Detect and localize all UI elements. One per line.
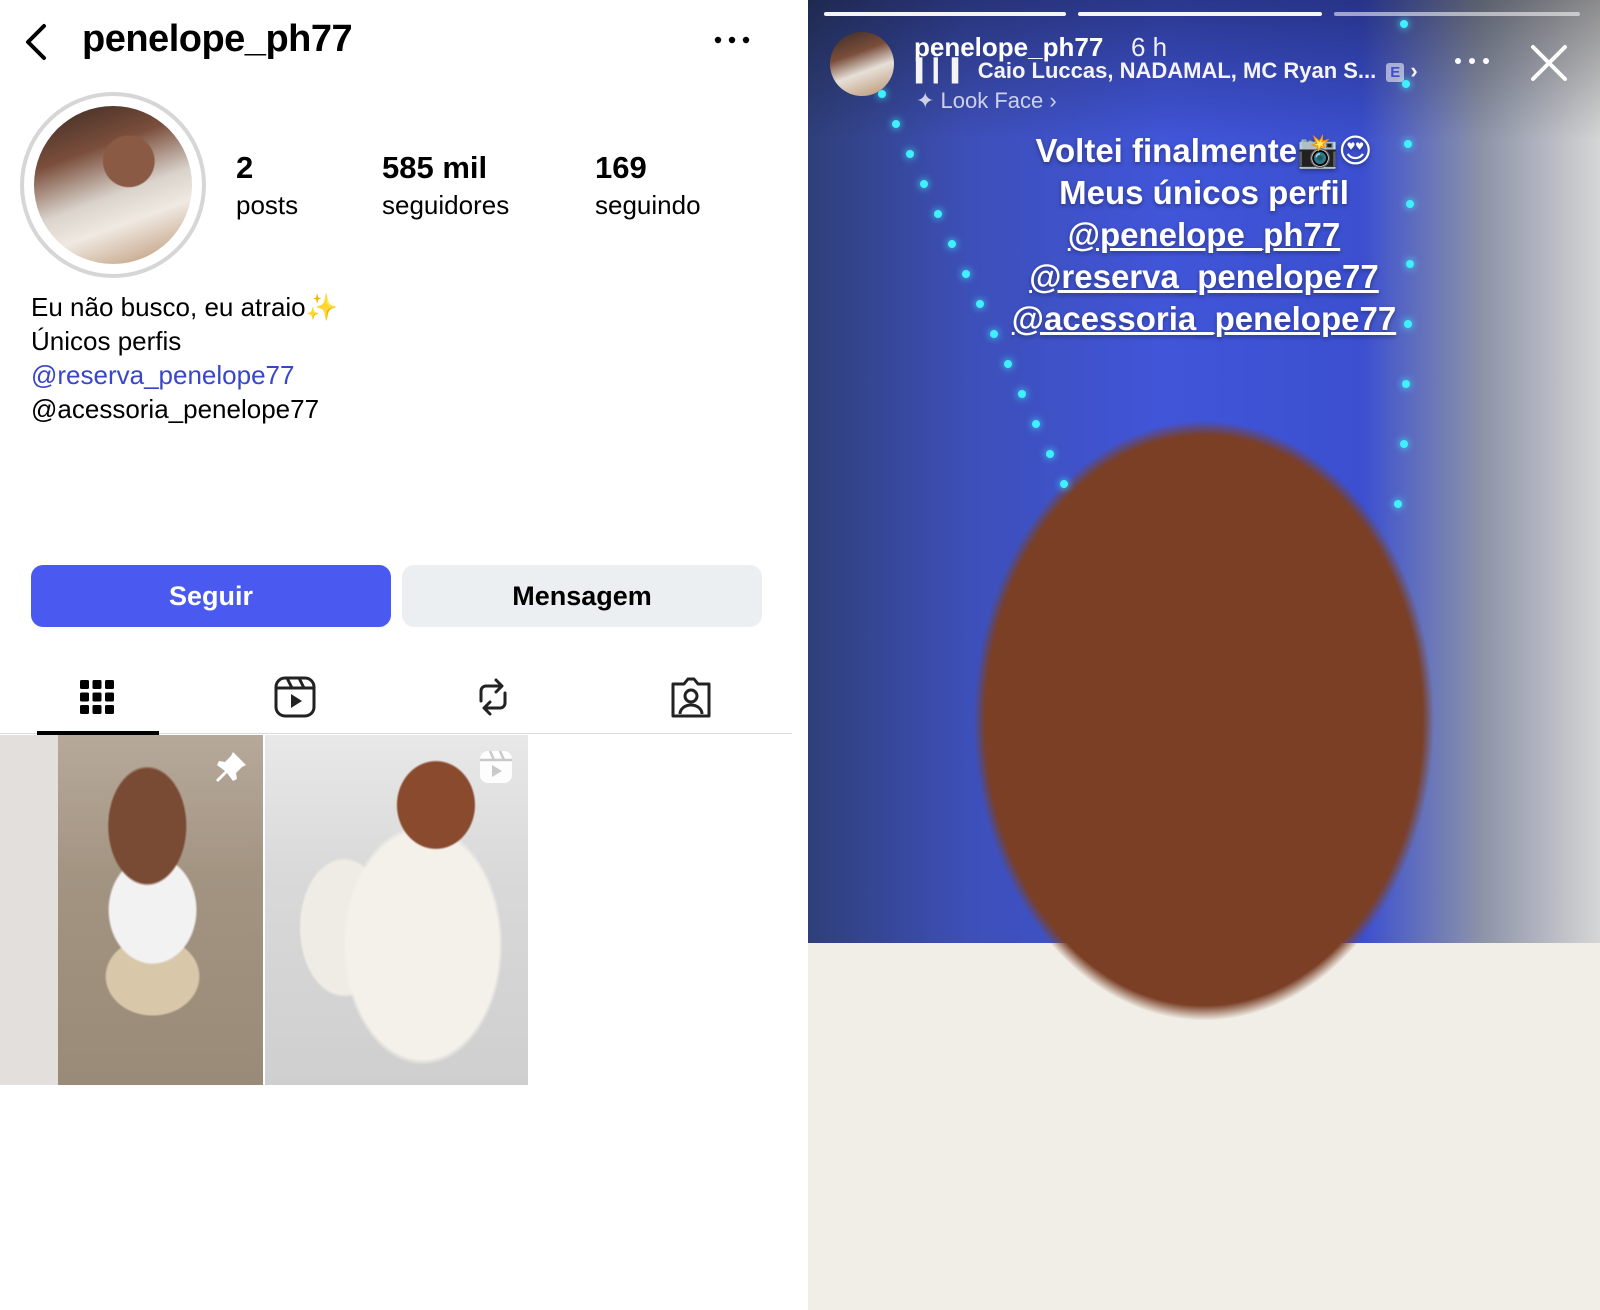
story-effect-label[interactable]: ✦ Look Face ›: [916, 88, 1057, 114]
reels-badge-icon: [480, 750, 512, 783]
grid-icon: [80, 680, 114, 714]
music-artists: Caio Luccas, NADAMAL, MC Ryan S...: [977, 58, 1377, 83]
sparkles-icon: ✨: [305, 292, 339, 322]
close-icon: [1531, 45, 1567, 81]
following-label: seguindo: [595, 190, 701, 220]
profile-avatar[interactable]: [20, 92, 206, 278]
story-caption: Voltei finalmente📸😍 Meus únicos perfil @…: [808, 130, 1600, 340]
profile-header: penelope_ph77: [0, 0, 808, 80]
more-horizontal-icon: [714, 36, 750, 44]
effect-name: Look Face: [940, 88, 1044, 113]
post-thumbnail[interactable]: [0, 735, 263, 1085]
chevron-right-icon: ›: [1043, 88, 1057, 113]
sparkles-icon: ✦: [916, 88, 941, 113]
tagged-person-icon: [671, 677, 711, 718]
message-button[interactable]: Mensagem: [402, 565, 762, 627]
story-progress-segment: [824, 12, 1066, 16]
story-close-button[interactable]: [1528, 42, 1570, 84]
followers-count: 585 mil: [382, 150, 488, 185]
mention-sticker[interactable]: @penelope_ph77: [808, 214, 1600, 256]
bio-line-1: Eu não busco, eu atraio✨: [31, 290, 338, 324]
profile-bio: Eu não busco, eu atraio✨ Únicos perfis @…: [31, 290, 338, 426]
bio-mention-link[interactable]: @reserva_penelope77: [31, 358, 338, 392]
caption-line-2: Meus únicos perfil: [1059, 174, 1349, 211]
page-title: penelope_ph77: [82, 18, 353, 60]
chevron-left-icon: [26, 24, 46, 60]
explicit-badge: E: [1386, 62, 1405, 82]
back-button[interactable]: [20, 20, 56, 64]
chevron-right-icon: ›: [1404, 58, 1418, 83]
audio-bars-icon: ▍▎▍: [916, 58, 970, 83]
profile-screen: penelope_ph77 2 posts 585 mil seguidores…: [0, 0, 808, 1310]
tab-reposts[interactable]: [433, 660, 553, 734]
tab-tagged[interactable]: [631, 660, 751, 734]
posts-stat: 2 posts: [236, 150, 298, 221]
follow-button[interactable]: Seguir: [31, 565, 391, 627]
tab-grid[interactable]: [37, 660, 159, 735]
story-progress-segment: [1078, 12, 1322, 16]
tab-reels[interactable]: [235, 660, 355, 734]
repost-icon: [479, 678, 507, 716]
posts-count: 2: [236, 150, 254, 185]
avatar-image: [34, 106, 192, 264]
caption-line-1: Voltei finalmente📸😍: [1035, 132, 1373, 169]
story-avatar[interactable]: [830, 32, 894, 96]
mention-sticker[interactable]: @reserva_penelope77: [808, 256, 1600, 298]
bio-line-2: Únicos perfis: [31, 326, 182, 356]
bio-text: Eu não busco, eu atraio: [31, 292, 306, 322]
story-more-button[interactable]: [1452, 46, 1492, 76]
followers-label: seguidores: [382, 190, 510, 220]
profile-tabs: [0, 660, 792, 735]
pin-icon: [216, 752, 246, 782]
followers-stat[interactable]: 585 mil seguidores: [382, 150, 509, 221]
more-horizontal-icon: [1455, 58, 1489, 64]
reels-icon: [274, 676, 316, 718]
mention-sticker[interactable]: @acessoria_penelope77: [808, 298, 1600, 340]
posts-label: posts: [236, 190, 299, 220]
bio-line-4: @acessoria_penelope77: [31, 394, 320, 424]
post-thumbnail[interactable]: [265, 735, 528, 1085]
story-progress-segment: [1334, 12, 1580, 16]
following-stat[interactable]: 169 seguindo: [595, 150, 701, 221]
story-viewer[interactable]: penelope_ph77 6 h ▍▎▍ Caio Luccas, NADAMA…: [808, 0, 1600, 1310]
following-count: 169: [595, 150, 647, 185]
story-music-attribution[interactable]: ▍▎▍ Caio Luccas, NADAMAL, MC Ryan S... E ›: [916, 58, 1418, 84]
more-options-button[interactable]: [712, 22, 752, 58]
